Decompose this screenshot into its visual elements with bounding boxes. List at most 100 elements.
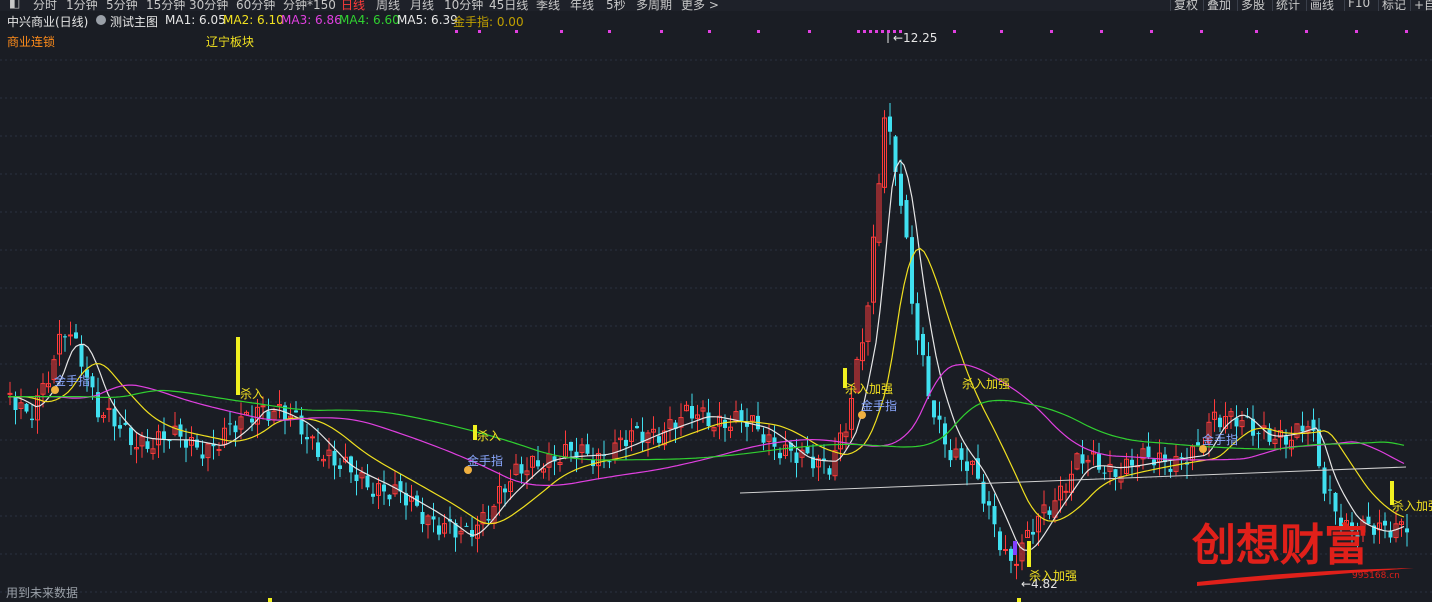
- candle-body-down: [1113, 469, 1118, 477]
- candle-body-down: [921, 333, 925, 356]
- signal-marker: [478, 30, 481, 33]
- candle-body-down: [915, 303, 920, 341]
- signal-marker: [1050, 30, 1053, 33]
- candle-body-down: [1328, 489, 1332, 491]
- candle-body-down: [1080, 454, 1085, 464]
- candle-body-down: [1168, 468, 1173, 472]
- candle-body-down: [354, 474, 359, 482]
- signal-marker: [660, 30, 663, 33]
- candle-body-up: [260, 405, 266, 408]
- candle-body-down: [998, 531, 1002, 551]
- candle-body-down: [569, 441, 573, 451]
- candle-body-down: [959, 448, 964, 460]
- signal-marker: [1255, 30, 1258, 33]
- signal-marker: [708, 30, 711, 33]
- watermark-logo: 创想财富 995168.cn: [1192, 520, 1414, 586]
- candle-body-down: [200, 454, 205, 459]
- candle-body-down: [30, 418, 34, 421]
- candle-body-down: [387, 494, 392, 500]
- candle-body-down: [1130, 459, 1134, 466]
- candle-body-down: [1300, 425, 1305, 432]
- signal-marker: [608, 30, 611, 33]
- candle-body-down: [228, 423, 232, 425]
- candle-body-down: [503, 488, 507, 493]
- candle-body-down: [690, 405, 694, 419]
- candle-body-down: [948, 450, 953, 461]
- candle-body-down: [112, 408, 117, 427]
- candle-body-down: [233, 425, 238, 433]
- hand-pointer-icon: [51, 386, 59, 394]
- candle-body-down: [420, 511, 425, 525]
- candle-body-down: [74, 332, 78, 339]
- candle-body-down: [365, 475, 370, 488]
- candle-body-up: [216, 448, 222, 451]
- candle-body-up: [1003, 548, 1008, 551]
- gold-finger-label: 金手指: [467, 453, 503, 468]
- signal-marker: [1000, 30, 1003, 33]
- logo-text: 创想财富: [1192, 520, 1368, 571]
- candle-body-up: [7, 392, 13, 395]
- candle-body-down: [371, 493, 375, 497]
- candle-body-down: [464, 525, 469, 527]
- candle-body-up: [1014, 563, 1019, 566]
- candle-body-down: [910, 237, 914, 304]
- signal-marker: [515, 30, 518, 33]
- buy-label: 杀入: [477, 428, 501, 443]
- signal-marker: [455, 30, 458, 33]
- logo-url: 995168.cn: [1352, 571, 1400, 581]
- ma2-line: [8, 247, 1405, 525]
- signal-marker: [1355, 30, 1358, 33]
- candle-body-down: [778, 452, 782, 459]
- candle-body-down: [635, 426, 639, 429]
- candle-body-down: [162, 431, 166, 439]
- candle-body-down: [827, 468, 832, 475]
- buy-label: 杀入: [240, 386, 264, 401]
- candle-body-down: [13, 397, 18, 410]
- ma3-line: [8, 363, 1405, 486]
- candle-body-down: [316, 442, 320, 458]
- candle-body-down: [805, 446, 810, 454]
- signal-marker: [560, 30, 563, 33]
- candle-body-down: [965, 461, 969, 471]
- signal-marker: [808, 30, 811, 33]
- candle-body-down: [332, 450, 337, 466]
- candle-body-down: [1196, 442, 1200, 446]
- gold-finger-label: 金手指: [1202, 432, 1238, 447]
- candle-body-down: [1009, 548, 1013, 561]
- candle-body-down: [585, 444, 590, 454]
- candle-body-down: [382, 484, 386, 492]
- buy-signal-bar: [1027, 541, 1031, 567]
- buy-strong-label: 杀入加强: [962, 376, 1010, 391]
- signal-marker: [881, 30, 884, 33]
- candle-body-down: [431, 516, 436, 520]
- candle-body-down: [1179, 457, 1184, 459]
- candle-body-down: [904, 200, 909, 238]
- candle-body-down: [1333, 492, 1338, 512]
- candle-body-down: [1102, 472, 1107, 474]
- candle-body-down: [250, 418, 254, 423]
- buy-signal-bar: [1017, 598, 1021, 602]
- candle-body-down: [607, 461, 612, 463]
- candle-body-down: [706, 412, 711, 427]
- candle-body-down: [305, 437, 309, 440]
- hand-pointer-icon: [858, 411, 866, 419]
- candle-body-down: [1031, 531, 1035, 535]
- candle-body-down: [591, 459, 595, 467]
- signal-marker: [1405, 30, 1408, 33]
- candle-body-down: [338, 465, 342, 469]
- candle-body-down: [63, 336, 67, 338]
- signal-marker: [757, 30, 760, 33]
- signal-marker: [863, 30, 866, 33]
- candle-body-down: [294, 410, 298, 413]
- candle-body-down: [1097, 453, 1101, 470]
- candle-body-down: [184, 439, 188, 448]
- signal-marker: [1305, 30, 1308, 33]
- signal-marker: [887, 30, 890, 33]
- hand-pointer-icon: [1199, 445, 1207, 453]
- candle-body-down: [981, 481, 986, 504]
- candle-body-down: [118, 425, 122, 429]
- candle-body-down: [794, 452, 799, 463]
- candle-body-down: [145, 441, 150, 449]
- candle-body-down: [761, 434, 766, 443]
- high-price-label: ←12.25: [893, 31, 937, 45]
